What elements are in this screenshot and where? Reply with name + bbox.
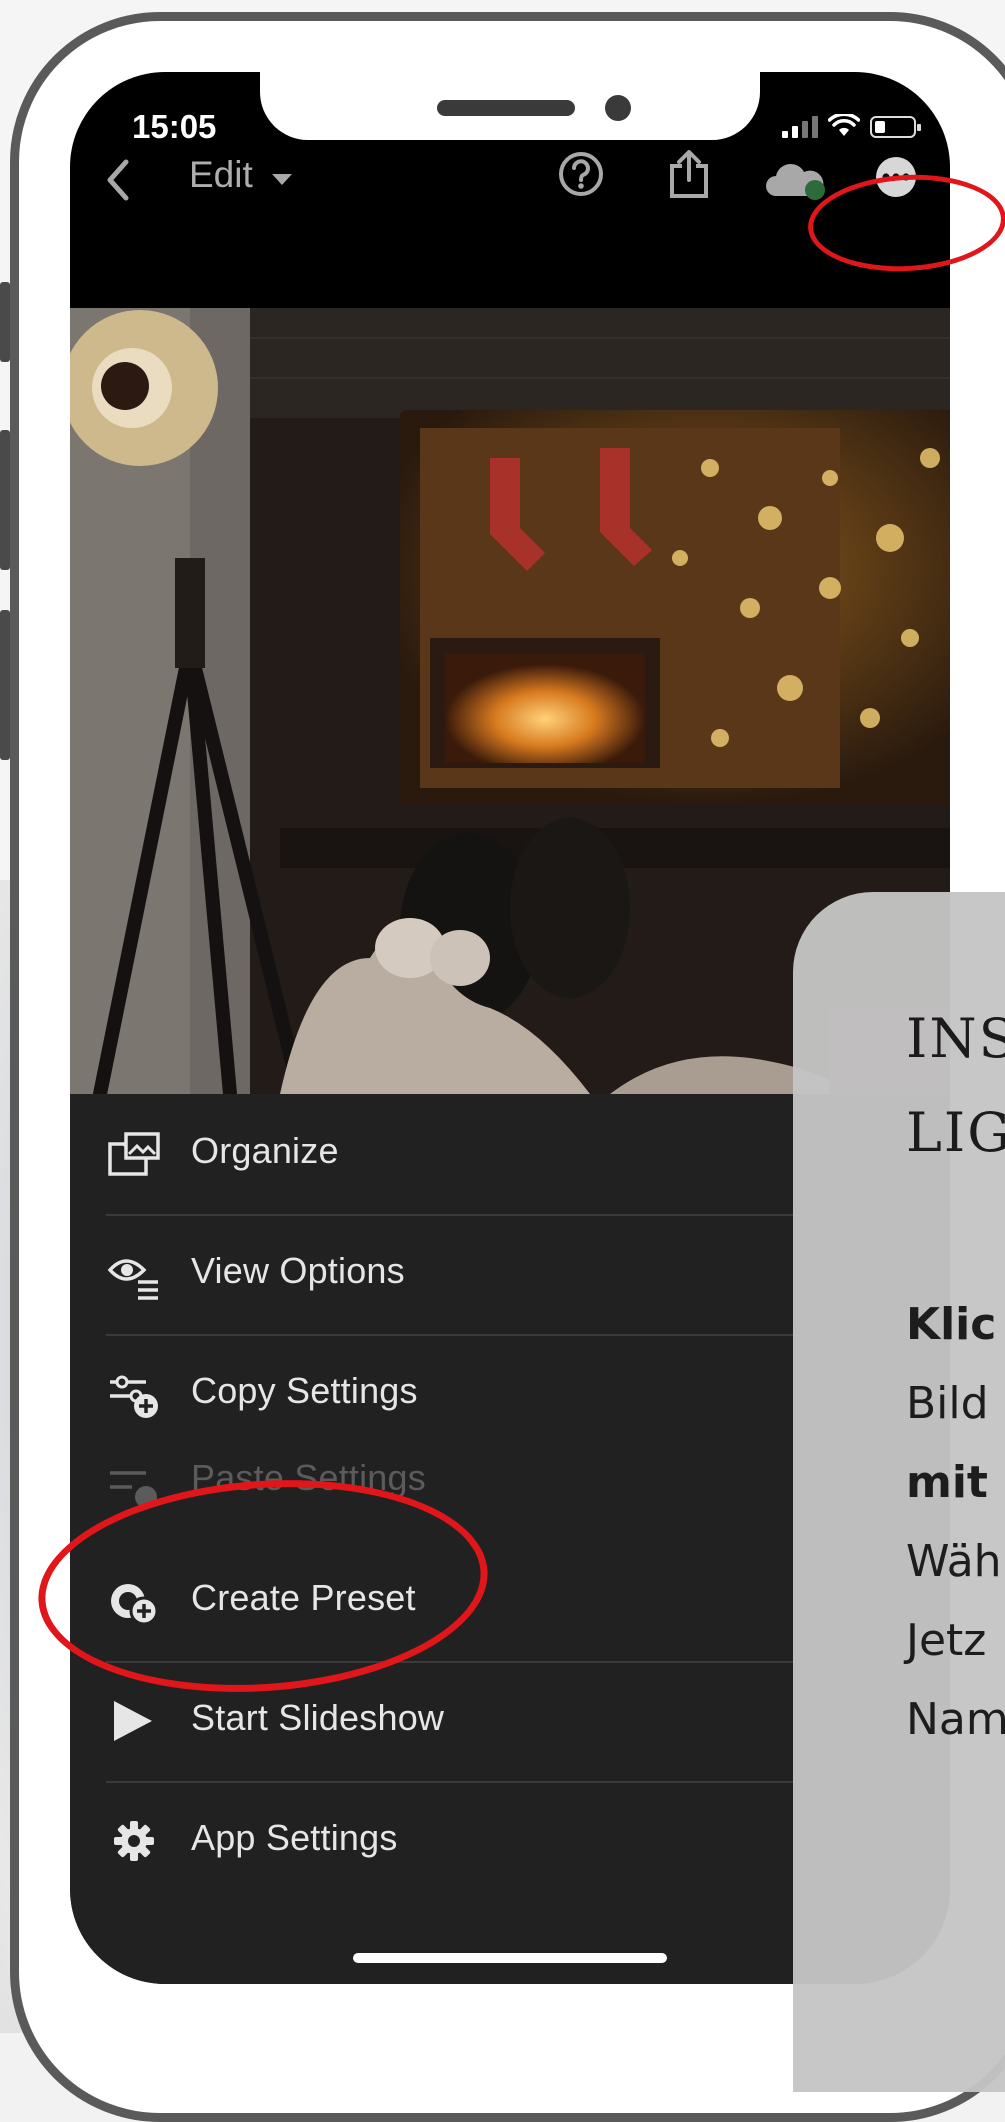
volume-up-button bbox=[0, 430, 10, 570]
card-body-line: Wäh bbox=[906, 1536, 1002, 1587]
caret-down-icon[interactable] bbox=[270, 172, 294, 188]
wifi-icon bbox=[828, 114, 860, 136]
gear-icon bbox=[114, 1821, 154, 1861]
card-body: Klic Bild mit Wäh Jetz Nam bbox=[906, 1285, 1005, 1759]
home-indicator bbox=[353, 1953, 667, 1963]
chevron-left-icon[interactable] bbox=[104, 158, 132, 202]
status-time: 15:05 bbox=[132, 108, 217, 145]
sliders-plus-icon bbox=[110, 1375, 158, 1418]
card-body-line: Nam bbox=[906, 1694, 1005, 1745]
card-title-line: LIG bbox=[906, 1101, 1005, 1164]
card-title-line: INS bbox=[906, 1007, 1005, 1070]
signal-icon bbox=[782, 116, 818, 138]
share-icon[interactable] bbox=[666, 150, 712, 200]
status-icons bbox=[782, 114, 921, 138]
card-body-line: Bild bbox=[906, 1378, 989, 1429]
cloud-sync-icon[interactable] bbox=[764, 160, 828, 200]
card-body-line: Jetz bbox=[906, 1615, 987, 1666]
card-body-line: mit bbox=[906, 1457, 988, 1508]
card-body-line: Klic bbox=[906, 1299, 997, 1350]
help-icon[interactable] bbox=[557, 150, 605, 198]
folder-photo-icon bbox=[108, 1132, 160, 1176]
instruction-card: INS LIG Klic Bild mit Wäh Jetz Nam bbox=[793, 892, 1005, 2092]
card-title: INS LIG bbox=[906, 992, 1005, 1180]
notch bbox=[260, 72, 760, 140]
edit-mode-dropdown[interactable]: Edit bbox=[189, 154, 253, 196]
menu-item-label: App Settings bbox=[191, 1817, 398, 1858]
play-icon bbox=[114, 1701, 152, 1741]
battery-icon bbox=[870, 116, 921, 138]
eye-list-icon bbox=[107, 1259, 158, 1300]
menu-item-label: Start Slideshow bbox=[191, 1697, 445, 1738]
silent-switch bbox=[0, 282, 10, 362]
menu-item-label: Organize bbox=[191, 1130, 339, 1171]
volume-down-button bbox=[0, 610, 10, 760]
front-camera bbox=[605, 95, 631, 121]
menu-item-label: Copy Settings bbox=[191, 1370, 418, 1411]
speaker-grille bbox=[437, 100, 575, 116]
menu-item-label: View Options bbox=[191, 1250, 405, 1291]
